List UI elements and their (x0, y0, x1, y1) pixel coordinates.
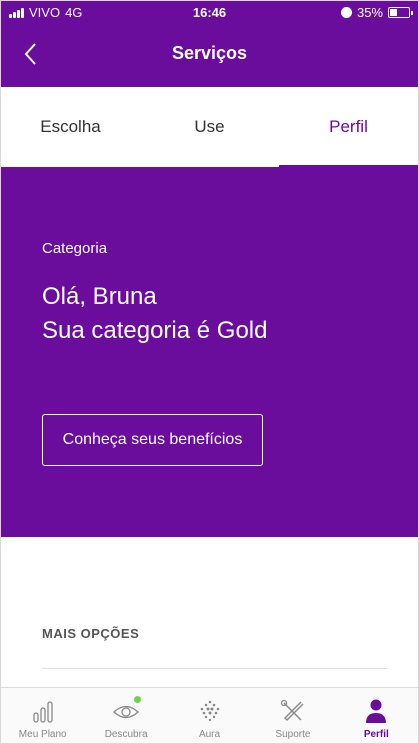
more-options-heading: MAIS OPÇÕES (42, 626, 140, 641)
alarm-icon (340, 7, 352, 18)
bottom-tab-bar: Meu Plano Descubra Aura Suporte Perfil (1, 687, 418, 743)
category-text: Sua categoria é Gold (42, 317, 268, 344)
tabbar-label: Perfil (363, 729, 389, 740)
battery-icon (388, 7, 413, 18)
page-title: Serviços (171, 43, 248, 63)
tabbar-label: Suporte (275, 729, 311, 740)
tab-strip: Escolha Use Perfil (1, 87, 418, 167)
tabbar-label: Descubra (104, 729, 148, 740)
tabbar-label: Aura (198, 729, 221, 740)
nav-bar: Serviços (1, 29, 418, 79)
benefits-button[interactable]: Conheça seus benefícios (42, 414, 263, 466)
app-screen: VIVO 4G 16:46 35% Serviços Escolha Use P… (0, 0, 419, 744)
tabbar-item-descubra[interactable]: Descubra (84, 688, 167, 743)
tabbar-item-perfil[interactable]: Perfil (335, 688, 418, 743)
greeting-name: Olá, Bruna (42, 283, 157, 310)
tabbar-label: Meu Plano (18, 729, 67, 740)
tabbar-item-aura[interactable]: Aura (168, 688, 251, 743)
person-icon (361, 696, 391, 726)
status-bar: VIVO 4G 16:46 35% (1, 1, 418, 23)
tab-perfil[interactable]: Perfil (279, 87, 418, 167)
greeting: Olá, Bruna Sua categoria é Gold (42, 280, 267, 348)
bar-chart-icon (28, 696, 58, 726)
dots-sphere-icon (195, 696, 225, 726)
category-label: Categoria (42, 240, 108, 257)
tools-icon (278, 696, 308, 726)
top-header: VIVO 4G 16:46 35% Serviços (1, 1, 418, 87)
tab-escolha[interactable]: Escolha (1, 87, 140, 167)
category-card: Categoria Olá, Bruna Sua categoria é Gol… (1, 167, 418, 537)
tabbar-item-meu-plano[interactable]: Meu Plano (1, 688, 84, 743)
battery-percent: 35% (356, 5, 383, 20)
tab-use[interactable]: Use (140, 87, 279, 167)
status-right: 35% (340, 5, 413, 20)
eye-icon (111, 696, 142, 726)
divider (42, 668, 387, 669)
tabbar-item-suporte[interactable]: Suporte (251, 688, 334, 743)
